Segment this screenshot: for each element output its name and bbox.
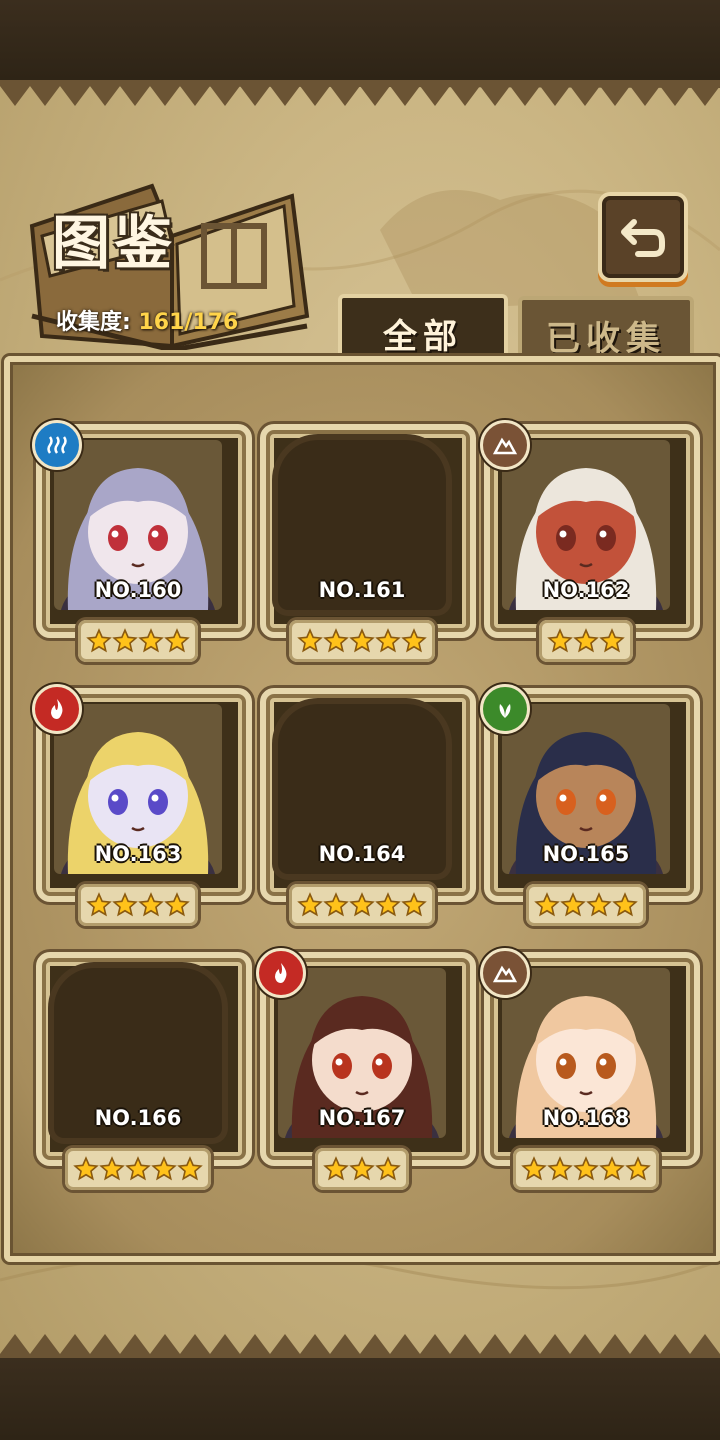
wood-icon	[480, 684, 530, 734]
character-card[interactable]: NO.168	[480, 948, 700, 1190]
back-button[interactable]	[598, 192, 688, 282]
star-icon	[99, 1156, 125, 1182]
star-icon	[138, 628, 164, 654]
star-icon	[164, 892, 190, 918]
star-rating	[65, 1148, 211, 1190]
star-icon	[73, 1156, 99, 1182]
character-card[interactable]: NO.162	[480, 420, 700, 662]
star-icon	[547, 628, 573, 654]
earth-icon	[480, 420, 530, 470]
star-icon	[573, 1156, 599, 1182]
star-rating	[315, 1148, 409, 1190]
star-rating	[289, 620, 435, 662]
star-icon	[86, 628, 112, 654]
star-icon	[112, 892, 138, 918]
earth-icon	[480, 948, 530, 998]
character-number: NO.166	[94, 1106, 182, 1130]
star-icon	[349, 892, 375, 918]
star-rating	[513, 1148, 659, 1190]
collection-label: 收集度:	[56, 310, 131, 335]
water-icon	[32, 420, 82, 470]
star-icon	[323, 1156, 349, 1182]
star-icon	[599, 628, 625, 654]
character-number: NO.167	[318, 1106, 406, 1130]
star-icon	[138, 892, 164, 918]
tab-collected-label: 已收集	[546, 318, 666, 359]
star-icon	[573, 628, 599, 654]
character-number: NO.160	[94, 578, 182, 602]
character-card[interactable]: NO.165	[480, 684, 700, 926]
star-icon	[125, 1156, 151, 1182]
star-icon	[586, 892, 612, 918]
star-icon	[297, 892, 323, 918]
star-rating	[539, 620, 633, 662]
star-icon	[401, 892, 427, 918]
star-icon	[323, 628, 349, 654]
bottom-wood-band	[0, 1358, 720, 1440]
star-rating	[78, 620, 198, 662]
character-card[interactable]: NO.167	[256, 948, 476, 1190]
collection-progress: 收集度: 161/176	[56, 304, 238, 336]
star-icon	[349, 1156, 375, 1182]
star-icon	[599, 1156, 625, 1182]
character-number: NO.161	[318, 578, 406, 602]
character-number: NO.163	[94, 842, 182, 866]
character-card[interactable]: NO.163	[32, 684, 252, 926]
star-icon	[151, 1156, 177, 1182]
star-icon	[86, 892, 112, 918]
character-card[interactable]: NO.166	[36, 952, 252, 1190]
star-icon	[612, 892, 638, 918]
fire-icon	[32, 684, 82, 734]
tab-all-label: 全部	[383, 316, 463, 357]
star-rating	[289, 884, 435, 926]
star-icon	[323, 892, 349, 918]
star-icon	[560, 892, 586, 918]
star-icon	[401, 628, 427, 654]
fire-icon	[256, 948, 306, 998]
character-number: NO.165	[542, 842, 630, 866]
star-icon	[547, 1156, 573, 1182]
star-icon	[375, 1156, 401, 1182]
star-rating	[526, 884, 646, 926]
top-zigzag-border	[0, 80, 720, 106]
collection-value: 161/176	[138, 310, 239, 335]
star-rating	[78, 884, 198, 926]
star-icon	[164, 628, 190, 654]
character-number: NO.164	[318, 842, 406, 866]
top-wood-band	[0, 0, 720, 80]
character-card[interactable]: NO.160	[32, 420, 252, 662]
bottom-zigzag-border	[0, 1334, 720, 1360]
star-icon	[112, 628, 138, 654]
star-icon	[625, 1156, 651, 1182]
character-card[interactable]: NO.161	[260, 424, 476, 662]
star-icon	[297, 628, 323, 654]
star-icon	[349, 628, 375, 654]
character-number: NO.162	[542, 578, 630, 602]
page-title: 图鉴	[52, 209, 177, 277]
star-icon	[375, 892, 401, 918]
character-number: NO.168	[542, 1106, 630, 1130]
star-icon	[521, 1156, 547, 1182]
star-icon	[375, 628, 401, 654]
star-icon	[177, 1156, 203, 1182]
return-arrow-icon	[621, 219, 665, 257]
star-icon	[534, 892, 560, 918]
character-card[interactable]: NO.164	[260, 688, 476, 926]
